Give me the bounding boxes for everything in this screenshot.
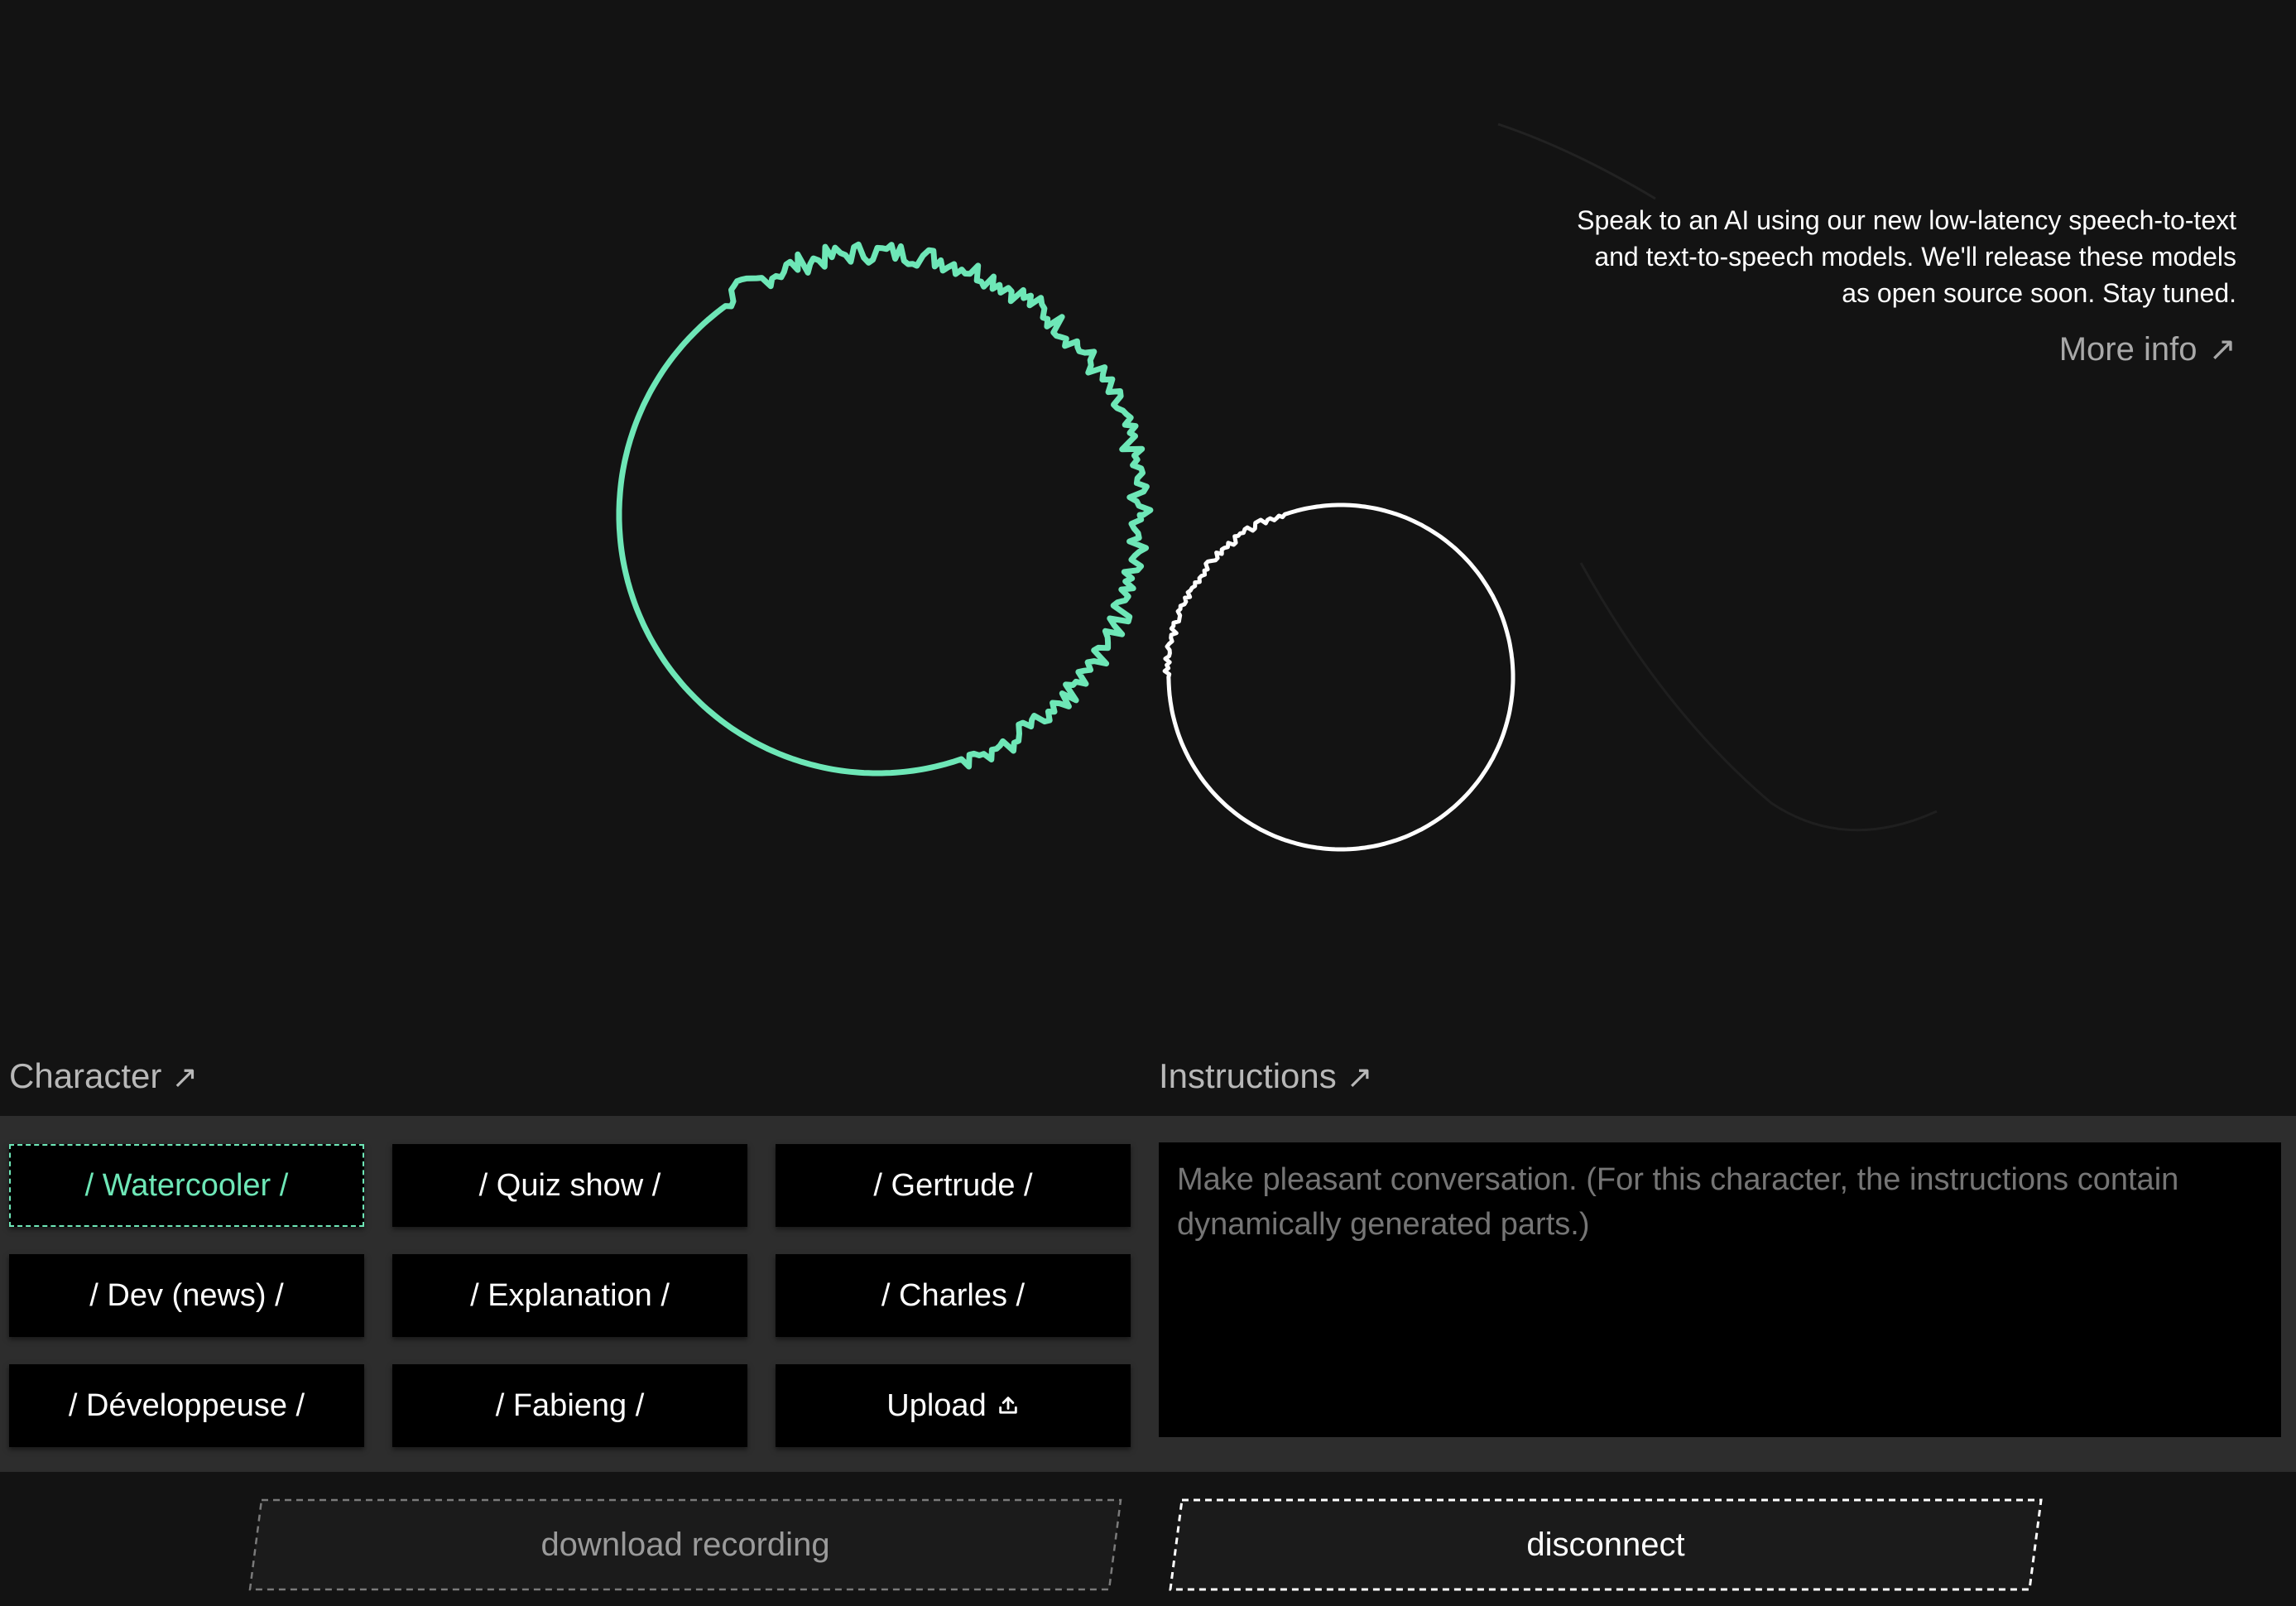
character-label-text: Character: [9, 1056, 162, 1095]
character-button-quiz-show[interactable]: / Quiz show /: [392, 1144, 747, 1227]
character-button-label: / Watercooler /: [84, 1167, 289, 1203]
instructions-section-label[interactable]: Instructions ↗: [1159, 1056, 1373, 1096]
arrow-up-right-icon: ↗: [171, 1060, 199, 1095]
disconnect-button[interactable]: disconnect: [1169, 1498, 2043, 1591]
character-button-developpeuse[interactable]: / Développeuse /: [9, 1364, 364, 1447]
audio-visualizer: [616, 123, 1938, 852]
character-button-label: / Explanation /: [470, 1277, 670, 1313]
character-button-dev-news[interactable]: / Dev (news) /: [9, 1254, 364, 1337]
character-button-label: / Fabieng /: [495, 1387, 645, 1423]
info-description-line: as open source soon. Stay tuned.: [1842, 278, 2236, 308]
character-button-charles[interactable]: / Charles /: [776, 1254, 1131, 1337]
character-button-fabieng[interactable]: / Fabieng /: [392, 1364, 747, 1447]
character-grid: / Watercooler / / Quiz show / / Gertrude…: [9, 1144, 1131, 1447]
arrow-up-right-icon: ↗: [2208, 331, 2236, 368]
instructions-label-text: Instructions: [1159, 1056, 1337, 1095]
ambient-curve: [1579, 562, 1938, 832]
controls-panel: / Watercooler / / Quiz show / / Gertrude…: [0, 1116, 2296, 1472]
character-button-label: / Développeuse /: [68, 1387, 305, 1423]
more-info-label: More info: [2058, 331, 2198, 368]
info-panel: Speak to an AI using our new low-latency…: [1326, 202, 2236, 369]
character-button-explanation[interactable]: / Explanation /: [392, 1254, 747, 1337]
character-button-label: / Dev (news) /: [89, 1277, 284, 1313]
disconnect-label: disconnect: [1526, 1526, 1685, 1563]
character-button-label: / Gertrude /: [873, 1167, 1033, 1203]
character-button-label: / Quiz show /: [478, 1167, 661, 1203]
info-description-line: and text-to-speech models. We'll release…: [1594, 242, 2236, 272]
character-section-label[interactable]: Character ↗: [9, 1056, 198, 1096]
instructions-textarea[interactable]: [1159, 1142, 2281, 1437]
ambient-arc: [1497, 123, 1656, 200]
info-description-line: Speak to an AI using our new low-latency…: [1577, 205, 2236, 235]
user-voice-waveform-circle: [1162, 502, 1515, 852]
upload-button-label: Upload: [886, 1387, 987, 1423]
more-info-link[interactable]: More info ↗: [2059, 331, 2236, 368]
arrow-up-right-icon: ↗: [1346, 1060, 1373, 1095]
download-recording-label: download recording: [540, 1526, 830, 1563]
character-button-label: / Charles /: [881, 1277, 1026, 1313]
download-recording-button[interactable]: download recording: [248, 1498, 1122, 1591]
ai-voice-waveform-circle: [616, 241, 1154, 777]
upload-character-button[interactable]: Upload: [776, 1364, 1131, 1447]
character-button-gertrude[interactable]: / Gertrude /: [776, 1144, 1131, 1227]
character-button-watercooler[interactable]: / Watercooler /: [9, 1144, 364, 1227]
upload-icon: [997, 1394, 1020, 1417]
